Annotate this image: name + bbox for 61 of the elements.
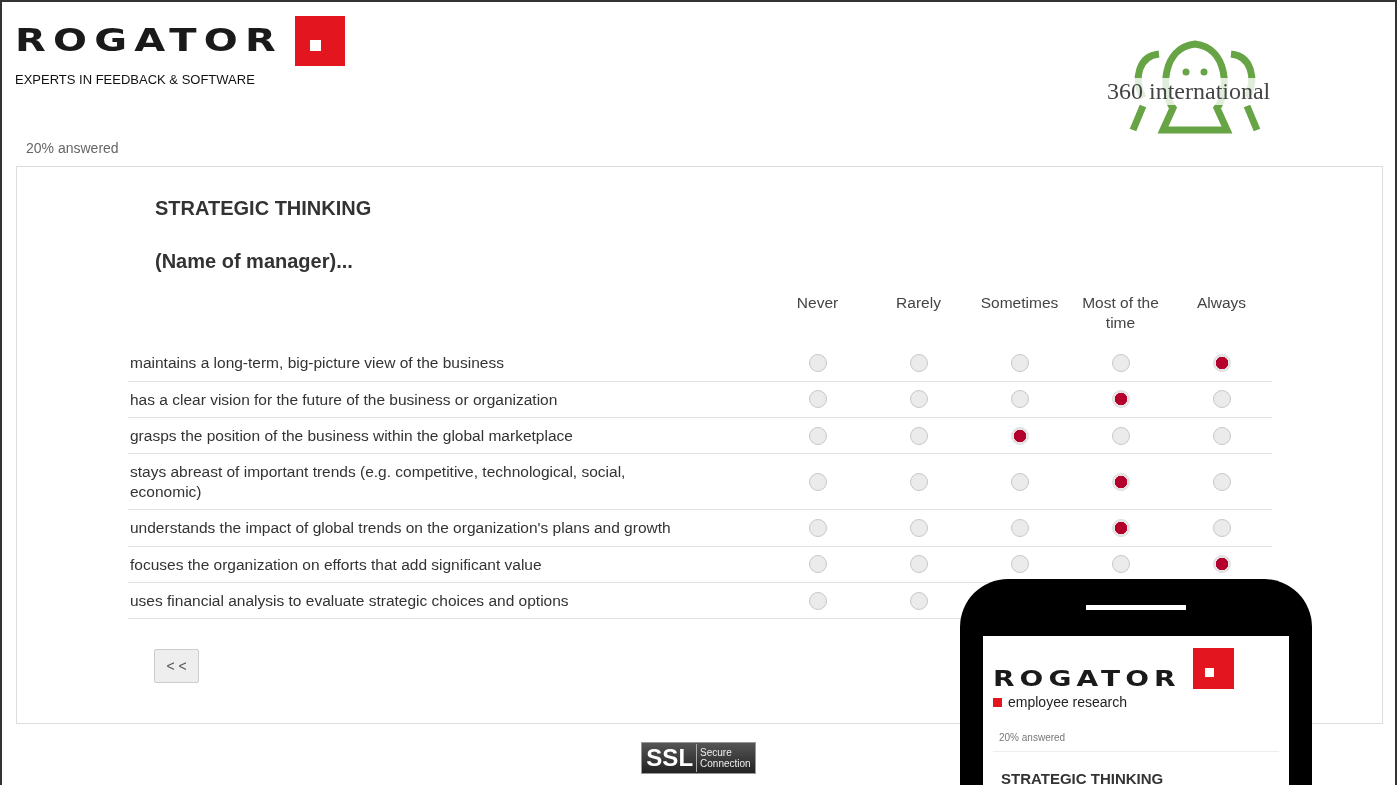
radio-button[interactable]: [808, 555, 827, 574]
logo-tagline: employee research: [1008, 694, 1128, 710]
logo-tagline: EXPERTS IN FEEDBACK & SOFTWARE: [15, 72, 256, 87]
radio-button[interactable]: [1212, 472, 1231, 491]
progress-text: 20% answered: [993, 710, 1279, 752]
radio-button[interactable]: [1010, 518, 1029, 537]
ssl-caption: Secure: [700, 747, 733, 758]
logo-square-icon: [295, 16, 345, 66]
radio-button[interactable]: [1111, 472, 1130, 491]
radio-button[interactable]: [1111, 353, 1130, 372]
statement-text: has a clear vision for the future of the business or organization: [128, 381, 767, 419]
statement-text: maintains a long-term, big-picture view of the business: [128, 345, 767, 382]
radio-button[interactable]: [1010, 426, 1029, 445]
radio-button[interactable]: [909, 591, 928, 610]
radio-button[interactable]: [808, 390, 827, 409]
logo-wordmark: ROGATOR: [15, 24, 283, 56]
radio-button[interactable]: [1212, 518, 1231, 537]
logo-square-icon: [1192, 648, 1234, 689]
progress-text: 20% answered: [25, 139, 120, 158]
column-heading: Always: [1195, 293, 1248, 313]
column-heading: Sometimes: [979, 293, 1060, 313]
radio-button[interactable]: [808, 518, 827, 537]
radio-button[interactable]: [808, 426, 827, 445]
radio-button[interactable]: [1010, 472, 1029, 491]
section-title: STRATEGIC THINKING: [1000, 769, 1165, 785]
statement-text: stays abreast of important trends (e.g. competitive, technological, social, economic): [128, 454, 767, 511]
radio-button[interactable]: [808, 591, 827, 610]
radio-button[interactable]: [808, 353, 827, 372]
radio-button[interactable]: [909, 426, 928, 445]
question-subtitle: (Name of manager)...: [155, 250, 354, 273]
radio-button[interactable]: [1111, 555, 1130, 574]
statement-text: uses financial analysis to evaluate strategic choices and options: [128, 582, 767, 620]
column-heading: Never: [795, 293, 840, 313]
radio-button[interactable]: [1212, 555, 1231, 574]
ssl-label: SSL: [646, 744, 698, 772]
statement-text: focuses the organization on efforts that add significant value: [128, 546, 767, 583]
radio-button[interactable]: [1212, 390, 1231, 409]
radio-button[interactable]: [1010, 555, 1029, 574]
radio-button[interactable]: [1111, 390, 1130, 409]
column-heading: Rarely: [895, 293, 942, 313]
radio-button[interactable]: [1212, 353, 1231, 372]
radio-button[interactable]: [909, 472, 928, 491]
column-heading: Most of the time: [1081, 293, 1160, 334]
radio-button[interactable]: [1010, 390, 1029, 409]
statement-text: grasps the position of the business within the global marketplace: [128, 418, 767, 455]
partner-logo-text: 360 international: [1105, 78, 1273, 105]
radio-button[interactable]: [1010, 353, 1029, 372]
radio-button[interactable]: [909, 555, 928, 574]
radio-button[interactable]: [1212, 426, 1231, 445]
radio-button[interactable]: [1111, 518, 1130, 537]
radio-button[interactable]: [1111, 426, 1130, 445]
back-button[interactable]: < <: [154, 649, 199, 684]
radio-button[interactable]: [808, 472, 827, 491]
bullet-icon: [993, 697, 1002, 707]
section-title: STRATEGIC THINKING: [155, 197, 373, 220]
ssl-caption: Connection: [700, 758, 751, 769]
radio-button[interactable]: [909, 518, 928, 537]
statement-text: understands the impact of global trends on the organization's plans and growth: [128, 510, 767, 547]
radio-button[interactable]: [909, 353, 928, 372]
logo-wordmark: ROGATOR: [993, 668, 1181, 690]
radio-button[interactable]: [909, 390, 928, 409]
